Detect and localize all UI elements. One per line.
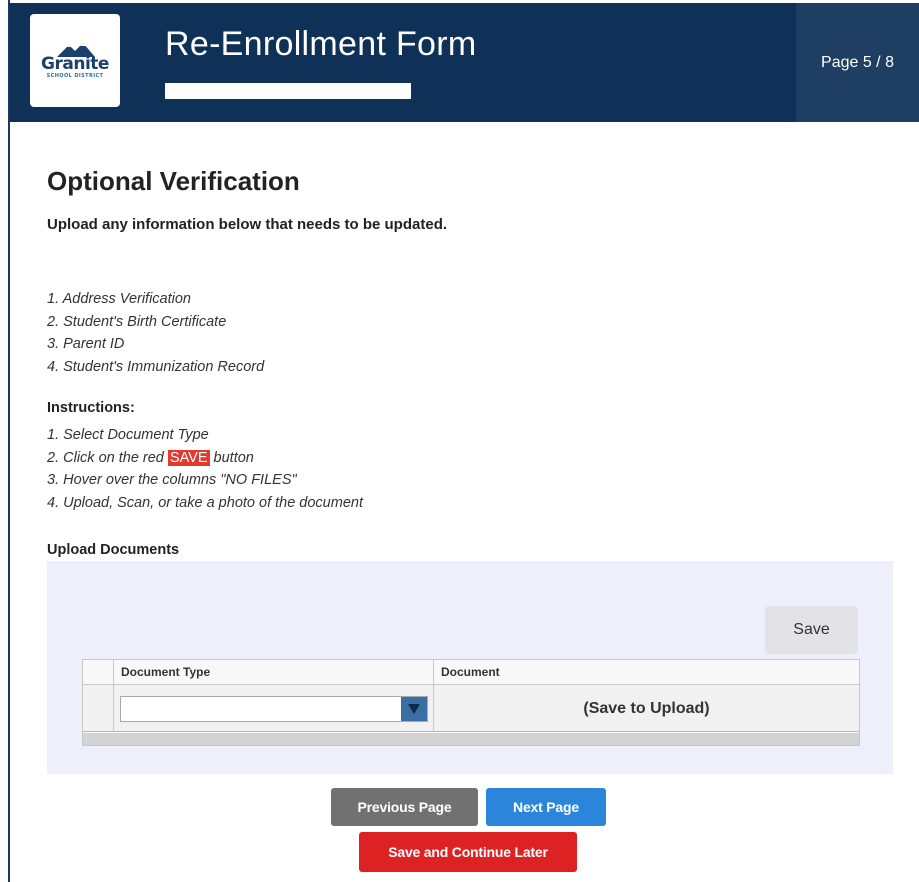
- form-title: Re-Enrollment Form: [165, 25, 477, 63]
- list-item: 4. Upload, Scan, or take a photo of the …: [47, 494, 363, 511]
- page-indicator: Page 5 / 8: [796, 3, 919, 122]
- save-and-continue-later-button[interactable]: Save and Continue Later: [359, 832, 577, 872]
- list-item: 2. Student's Birth Certificate: [47, 313, 227, 330]
- save-highlight: SAVE: [167, 449, 210, 466]
- document-cell[interactable]: (Save to Upload): [433, 685, 859, 732]
- document-type-select[interactable]: [120, 696, 428, 722]
- list-item: 3. Parent ID: [47, 336, 125, 352]
- granite-logo: Granite SCHOOL DISTRICT: [30, 14, 120, 107]
- list-item: 1. Select Document Type: [47, 427, 209, 443]
- save-to-upload-text: (Save to Upload): [583, 699, 710, 717]
- column-header-document: Document: [433, 660, 859, 685]
- grid-footer: [83, 733, 859, 745]
- table-row: (Save to Upload): [83, 685, 859, 732]
- list-item: 2. Click on the red SAVE button: [47, 447, 363, 470]
- title-underline-bar: [165, 83, 411, 99]
- section-subtitle: Upload any information below that needs …: [47, 216, 448, 233]
- documents-list: 1. Address Verification 2. Student's Bir…: [47, 288, 264, 378]
- dropdown-button[interactable]: [401, 697, 427, 721]
- instruction-text: button: [209, 449, 254, 466]
- previous-page-button[interactable]: Previous Page: [331, 788, 478, 826]
- header: Granite SCHOOL DISTRICT Re-Enrollment Fo…: [10, 3, 919, 122]
- instructions-heading: Instructions:: [47, 400, 135, 416]
- grid-header: Document Type Document: [83, 660, 859, 685]
- upload-documents-heading: Upload Documents: [47, 542, 180, 558]
- logo-word: Granite: [41, 54, 109, 74]
- upload-panel: Save Document Type Document (Save to Upl…: [47, 561, 893, 774]
- chevron-down-icon: [408, 704, 420, 714]
- documents-grid: Document Type Document (Save to Upload): [82, 659, 860, 746]
- logo-subtext: SCHOOL DISTRICT: [46, 73, 104, 79]
- document-type-cell: [113, 685, 433, 732]
- list-item: 3. Hover over the columns "NO FILES": [47, 472, 297, 488]
- instruction-text: 2. Click on the red: [47, 449, 168, 466]
- next-page-button[interactable]: Next Page: [486, 788, 606, 826]
- list-item: 4. Student's Immunization Record: [47, 358, 265, 375]
- instructions-list: 1. Select Document Type 2. Click on the …: [47, 424, 363, 514]
- column-header-document-type: Document Type: [113, 660, 433, 685]
- save-button[interactable]: Save: [765, 606, 858, 654]
- list-item: 1. Address Verification: [47, 291, 191, 307]
- section-title: Optional Verification: [47, 166, 300, 196]
